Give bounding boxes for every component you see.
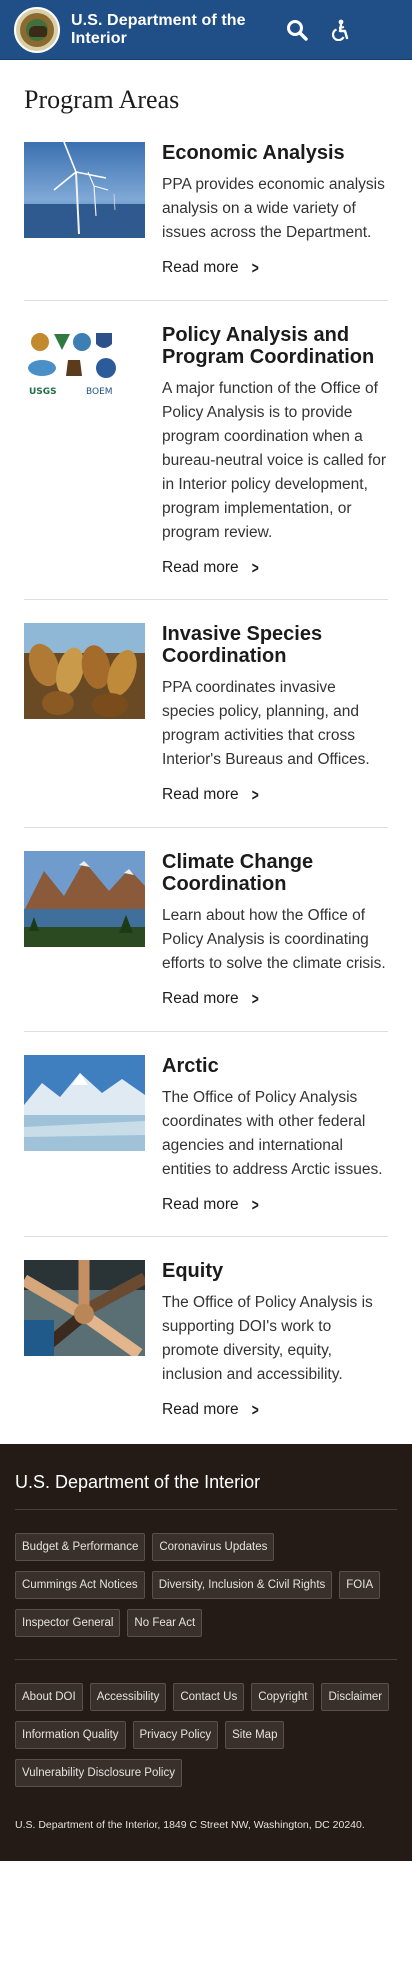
bureau-logos-image: USGS BOEM: [24, 324, 145, 577]
card-description: PPA coordinates invasive species policy,…: [162, 679, 370, 768]
card-title[interactable]: Invasive Species Coordination: [162, 623, 388, 667]
footer-link-privacy[interactable]: Privacy Policy: [132, 1721, 219, 1749]
wind-turbines-image: [24, 142, 145, 277]
card-title[interactable]: Equity: [162, 1260, 388, 1282]
chevron-right-icon: >: [251, 258, 259, 278]
footer-link-contact[interactable]: Contact Us: [173, 1683, 245, 1711]
program-card-climate-change: Climate Change Coordination Learn about …: [24, 828, 388, 1032]
program-card-invasive-species: Invasive Species Coordination PPA coordi…: [24, 600, 388, 828]
footer-link-site-map[interactable]: Site Map: [225, 1721, 285, 1749]
mussels-image: [24, 623, 145, 804]
footer-link-copyright[interactable]: Copyright: [251, 1683, 315, 1711]
card-description: The Office of Policy Analysis is support…: [162, 1294, 373, 1383]
card-description: PPA provides economic analysis analysis …: [162, 176, 385, 241]
footer-link-diversity[interactable]: Diversity, Inclusion & Civil Rights: [151, 1571, 333, 1599]
search-icon[interactable]: [286, 19, 308, 41]
read-more-label: Read more: [162, 259, 239, 276]
program-card-arctic: Arctic The Office of Policy Analysis coo…: [24, 1032, 388, 1237]
chevron-right-icon: >: [251, 785, 259, 805]
footer-link-cummings-act[interactable]: Cummings Act Notices: [15, 1571, 145, 1599]
read-more-link[interactable]: Read more >: [162, 1195, 388, 1215]
footer-link-accessibility[interactable]: Accessibility: [89, 1683, 167, 1711]
mountain-lake-image: [24, 851, 145, 1008]
chevron-right-icon: >: [251, 558, 259, 578]
header-actions: [286, 19, 398, 41]
footer-link-about[interactable]: About DOI: [15, 1683, 83, 1711]
card-title[interactable]: Arctic: [162, 1055, 388, 1077]
site-title[interactable]: U.S. Department of the Interior: [71, 12, 256, 48]
footer-link-disclaimer[interactable]: Disclaimer: [321, 1683, 390, 1711]
site-footer: U.S. Department of the Interior Budget &…: [0, 1444, 412, 1861]
footer-link-coronavirus[interactable]: Coronavirus Updates: [152, 1533, 275, 1561]
read-more-label: Read more: [162, 786, 239, 803]
footer-title[interactable]: U.S. Department of the Interior: [15, 1466, 397, 1510]
chevron-right-icon: >: [251, 1195, 259, 1215]
menu-icon[interactable]: [372, 20, 398, 39]
read-more-label: Read more: [162, 990, 239, 1007]
accessibility-icon[interactable]: [330, 19, 350, 41]
card-description: The Office of Policy Analysis coordinate…: [162, 1089, 383, 1178]
card-title[interactable]: Climate Change Coordination: [162, 851, 388, 895]
boem-logo-text: BOEM: [86, 387, 113, 397]
program-card-policy-analysis: USGS BOEM Policy Analysis and Program Coo…: [24, 301, 388, 600]
footer-secondary-links: About DOI Accessibility Contact Us Copyr…: [15, 1659, 397, 1809]
chevron-right-icon: >: [251, 989, 259, 1009]
card-description: Learn about how the Office of Policy Ana…: [162, 907, 386, 972]
page-title: Program Areas: [24, 85, 180, 114]
program-card-equity: Equity The Office of Policy Analysis is …: [24, 1237, 388, 1444]
read-more-link[interactable]: Read more >: [162, 558, 388, 578]
card-description: A major function of the Office of Policy…: [162, 380, 387, 541]
footer-link-vulnerability[interactable]: Vulnerability Disclosure Policy: [15, 1759, 182, 1787]
card-title[interactable]: Policy Analysis and Program Coordination: [162, 324, 388, 368]
read-more-link[interactable]: Read more >: [162, 989, 388, 1009]
glacier-image: [24, 1055, 145, 1214]
footer-link-budget[interactable]: Budget & Performance: [15, 1533, 146, 1561]
joined-hands-image: [24, 1260, 145, 1419]
usgs-logo-text: USGS: [29, 387, 57, 397]
footer-link-inspector-general[interactable]: Inspector General: [15, 1609, 121, 1637]
read-more-label: Read more: [162, 1401, 239, 1418]
program-card-economic-analysis: Economic Analysis PPA provides economic …: [24, 142, 388, 301]
site-header: U.S. Department of the Interior: [0, 0, 412, 60]
read-more-label: Read more: [162, 559, 239, 576]
footer-link-information-quality[interactable]: Information Quality: [15, 1721, 126, 1749]
read-more-link[interactable]: Read more >: [162, 785, 388, 805]
read-more-link[interactable]: Read more >: [162, 258, 388, 278]
chevron-right-icon: >: [251, 1400, 259, 1420]
footer-link-no-fear-act[interactable]: No Fear Act: [127, 1609, 203, 1637]
doi-seal-logo[interactable]: [14, 6, 60, 53]
footer-primary-links: Budget & Performance Coronavirus Updates…: [15, 1510, 397, 1659]
card-title[interactable]: Economic Analysis: [162, 142, 388, 164]
main-content: Program Areas Economic Analysis PPA prov…: [0, 60, 412, 1444]
read-more-link[interactable]: Read more >: [162, 1400, 388, 1420]
read-more-label: Read more: [162, 1196, 239, 1213]
footer-address: U.S. Department of the Interior, 1849 C …: [15, 1819, 365, 1831]
footer-link-foia[interactable]: FOIA: [339, 1571, 381, 1599]
